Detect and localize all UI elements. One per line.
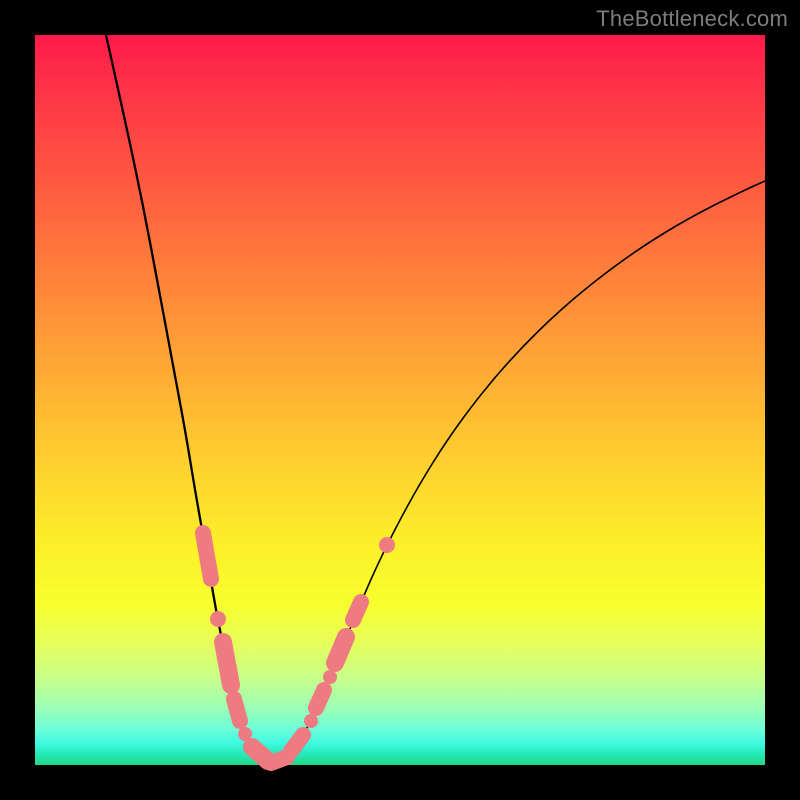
data-marker bbox=[203, 533, 211, 579]
data-marker bbox=[291, 735, 303, 751]
data-marker bbox=[223, 642, 231, 685]
data-marker bbox=[271, 757, 287, 763]
data-marker bbox=[304, 714, 318, 728]
curves-svg bbox=[35, 35, 765, 765]
data-marker bbox=[323, 670, 337, 684]
data-marker bbox=[210, 611, 226, 627]
plot-area bbox=[35, 35, 765, 765]
data-marker bbox=[234, 699, 240, 721]
data-marker bbox=[379, 537, 395, 553]
data-marker bbox=[353, 602, 361, 620]
data-marker bbox=[335, 637, 346, 663]
left-curve bbox=[106, 35, 273, 763]
chart-frame: TheBottleneck.com bbox=[0, 0, 800, 800]
right-curve bbox=[273, 181, 765, 763]
watermark-text: TheBottleneck.com bbox=[596, 6, 788, 32]
data-marker bbox=[316, 690, 324, 708]
